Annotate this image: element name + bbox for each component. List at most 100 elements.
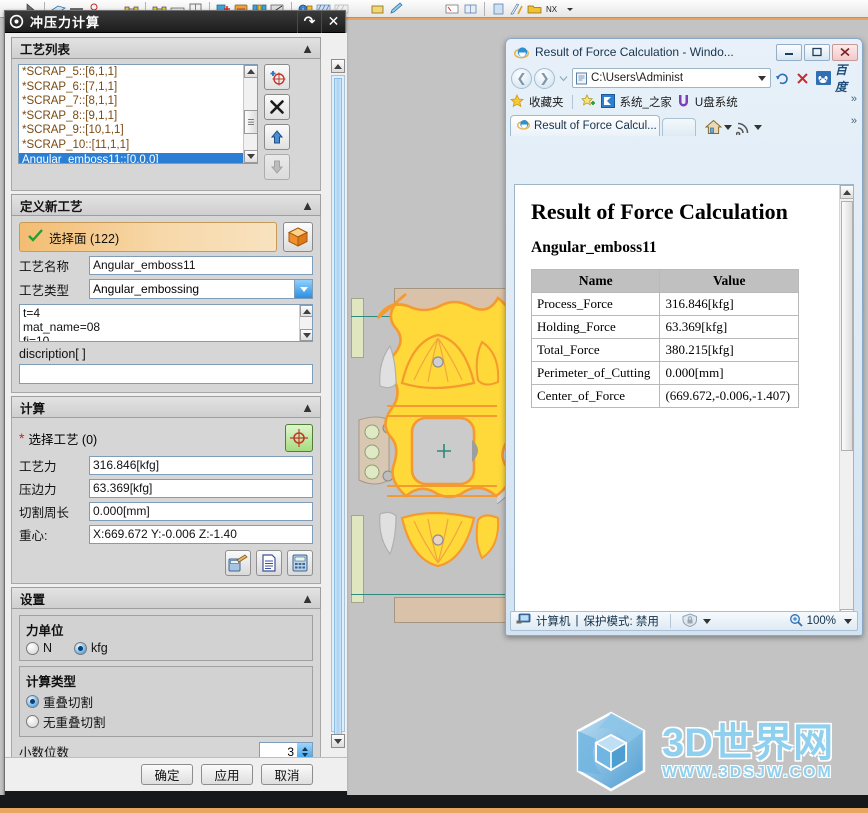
chevron-up-icon[interactable]: ▲ [301, 198, 314, 213]
chevron-right-icon[interactable]: » [851, 93, 857, 105]
scroll-down-button[interactable] [300, 329, 312, 341]
scroll-up-button[interactable] [300, 305, 312, 317]
die-icon[interactable] [371, 2, 386, 16]
crosshair-icon[interactable] [285, 424, 313, 452]
refresh-icon[interactable] [773, 68, 791, 88]
scroll-thumb[interactable]: ☰ [244, 110, 257, 134]
scroll-up-button[interactable] [840, 185, 853, 199]
zoom-level-label[interactable]: 100% [807, 615, 836, 627]
listbox-scrollbar[interactable]: ☰ [243, 65, 257, 163]
chevron-down-icon[interactable] [724, 124, 732, 130]
book-icon[interactable] [445, 2, 460, 16]
scroll-track[interactable] [331, 75, 345, 748]
parameters-textarea[interactable]: t=4 mat_name=08 fi=10 [19, 304, 313, 342]
list-item[interactable]: *SCRAP_7::[8,1,1] [19, 94, 257, 109]
chevron-down-icon[interactable] [844, 618, 852, 624]
home-icon[interactable] [704, 118, 722, 136]
process-type-select[interactable]: Angular_embossing [89, 279, 313, 299]
favorites-label[interactable]: 收藏夹 [529, 94, 564, 110]
nx-icon[interactable]: NX [545, 2, 560, 16]
chevron-down-icon[interactable] [294, 280, 312, 298]
favorite-item-label[interactable]: U盘系统 [695, 94, 738, 110]
calculator-icon[interactable] [287, 550, 313, 576]
browser-navigation-bar[interactable]: ❮ ❯ C:\Users\Administ 百度 [506, 63, 862, 94]
scroll-down-button[interactable] [331, 734, 345, 748]
delete-icon[interactable] [264, 94, 290, 120]
favorite-item-label[interactable]: 系统_之家 [620, 94, 672, 110]
chevron-right-icon[interactable]: » [851, 115, 857, 127]
scroll-thumb[interactable] [334, 78, 342, 748]
forward-arrow-icon[interactable]: ❯ [534, 67, 555, 89]
section-header-calculation[interactable]: 计算 ▲ [11, 396, 321, 418]
radio-overlap-cut[interactable] [26, 695, 39, 708]
parameters-scrollbar[interactable] [299, 305, 312, 341]
back-arrow-icon[interactable]: ❮ [511, 67, 532, 89]
baidu-icon[interactable] [813, 68, 833, 88]
chevron-down-icon[interactable] [754, 124, 762, 130]
section-header-settings[interactable]: 设置 ▲ [11, 587, 321, 609]
chevron-up-icon[interactable]: ▲ [301, 41, 314, 56]
move-down-icon[interactable] [264, 154, 290, 180]
chevron-down-icon[interactable] [702, 618, 711, 624]
browser-status-bar[interactable]: 计算机 | 保护模式: 禁用 100% [510, 611, 858, 631]
toolbar-overflow-icon[interactable] [563, 2, 578, 16]
list-item[interactable]: *SCRAP_9::[10,1,1] [19, 123, 257, 138]
list-item[interactable]: *SCRAP_10::[11,1,1] [19, 138, 257, 153]
punch-force-dialog[interactable]: 冲压力计算 ↷ ✕ 工艺列表 ▲ *SCRAP_5::[6,1,1] *SCRA… [4, 10, 347, 805]
page-scrollbar[interactable] [839, 185, 853, 623]
stop-x-icon[interactable] [793, 68, 811, 88]
description-input[interactable] [19, 364, 313, 384]
close-icon[interactable]: ✕ [321, 10, 345, 33]
chevron-up-icon[interactable]: ▲ [301, 591, 314, 606]
list-item-selected[interactable]: Angular_emboss11::[0,0,0] [19, 152, 257, 163]
browser-window[interactable]: Result of Force Calculation - Windo... ❮… [505, 38, 863, 636]
process-listbox[interactable]: *SCRAP_5::[6,1,1] *SCRAP_6::[7,1,1] *SCR… [18, 64, 258, 164]
holding-force-value[interactable]: 63.369[kfg] [89, 479, 313, 498]
list-item[interactable]: *SCRAP_8::[9,1,1] [19, 109, 257, 124]
browser-title-bar[interactable]: Result of Force Calculation - Windo... [506, 39, 862, 65]
minimize-icon[interactable] [776, 43, 802, 61]
cancel-button[interactable]: 取消 [261, 764, 313, 785]
zoom-icon[interactable] [789, 613, 803, 630]
usb-icon[interactable] [677, 94, 690, 111]
chevron-down-icon[interactable] [557, 75, 570, 82]
maximize-icon[interactable] [804, 43, 830, 61]
cube-icon[interactable] [283, 222, 313, 252]
list-item[interactable]: *SCRAP_6::[7,1,1] [19, 80, 257, 95]
select-face-button[interactable]: 选择面 (122) [19, 222, 277, 252]
calculate-edit-icon[interactable] [225, 550, 251, 576]
add-target-icon[interactable] [264, 64, 290, 90]
pen-icon[interactable] [389, 2, 404, 16]
scroll-up-button[interactable] [244, 65, 257, 78]
dialog-scrollbar[interactable] [331, 59, 345, 748]
tab-result-of-force-calculation[interactable]: Result of Force Calcul... [510, 115, 660, 136]
rss-icon[interactable] [734, 118, 752, 136]
grid-icon[interactable] [463, 2, 478, 16]
new-tab-icon[interactable] [662, 118, 696, 136]
close-icon[interactable] [832, 43, 858, 61]
browser-tab-bar[interactable]: Result of Force Calcul... » [506, 113, 862, 136]
browser-favorites-bar[interactable]: 收藏夹 系统_之家 U盘系统 » [506, 91, 862, 113]
system-home-icon[interactable] [600, 93, 615, 111]
center-of-force-value[interactable]: X:669.672 Y:-0.006 Z:-1.40 [89, 525, 313, 544]
security-lock-icon[interactable] [682, 612, 698, 630]
list-item[interactable]: *SCRAP_5::[6,1,1] [19, 65, 257, 80]
scroll-down-button[interactable] [244, 150, 257, 163]
perimeter-value[interactable]: 0.000[mm] [89, 502, 313, 521]
dialog-title-bar[interactable]: 冲压力计算 ↷ ✕ [5, 10, 345, 33]
chevron-down-icon[interactable] [758, 75, 766, 81]
angle-icon[interactable] [509, 2, 524, 16]
address-bar[interactable]: C:\Users\Administ [572, 68, 771, 88]
chevron-up-icon[interactable]: ▲ [301, 400, 314, 415]
browser-page-content[interactable]: Result of Force Calculation Angular_embo… [514, 184, 854, 624]
baidu-label[interactable]: 百度 [835, 61, 857, 95]
star-icon[interactable] [510, 93, 524, 111]
report-document-icon[interactable] [256, 550, 282, 576]
section-header-define-new[interactable]: 定义新工艺 ▲ [11, 194, 321, 216]
reset-icon[interactable]: ↷ [297, 10, 321, 33]
apply-button[interactable]: 应用 [201, 764, 253, 785]
folder-icon[interactable] [527, 2, 542, 16]
scroll-up-button[interactable] [331, 59, 345, 73]
address-input[interactable]: C:\Users\Administ [591, 72, 755, 84]
ok-button[interactable]: 确定 [141, 764, 193, 785]
